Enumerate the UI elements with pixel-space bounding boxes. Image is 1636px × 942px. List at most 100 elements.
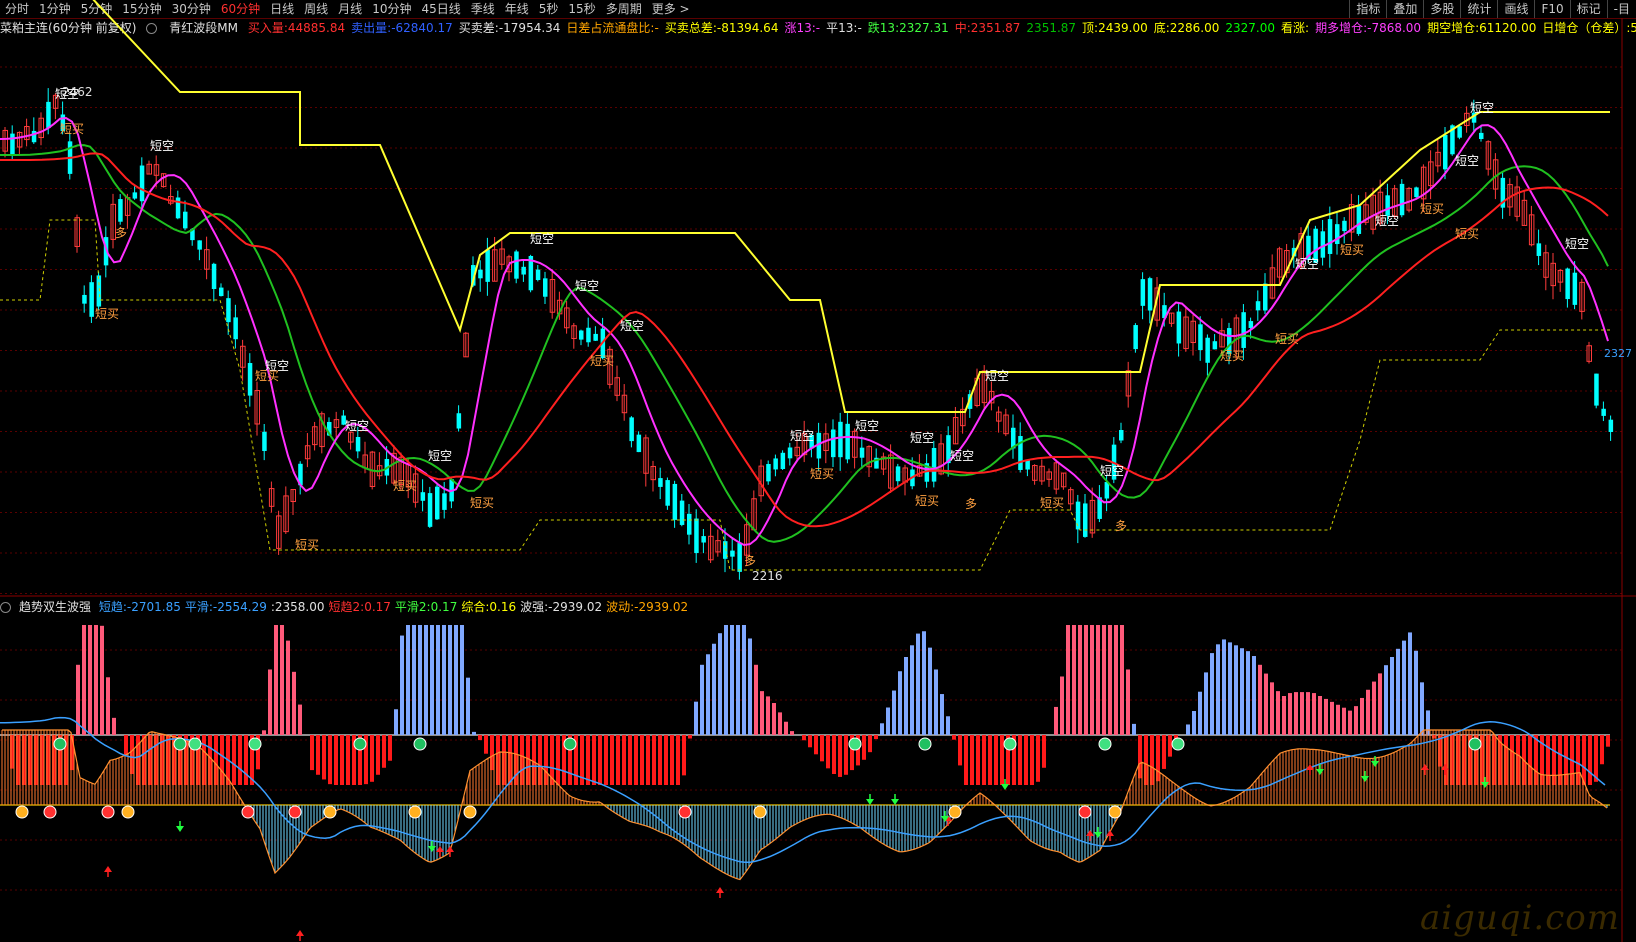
strength-bar-down <box>628 735 632 785</box>
candle-down <box>658 478 663 487</box>
strength-bar-up <box>1120 625 1124 735</box>
short-empty-label: 短空 <box>55 87 79 101</box>
candle-down <box>1083 503 1088 537</box>
strength-bar-up <box>430 625 434 735</box>
bear-marker-icon <box>1468 737 1482 751</box>
candle-down <box>1119 430 1124 441</box>
strength-bar-up <box>1354 706 1358 735</box>
strength-bar-up <box>274 625 278 735</box>
low-price-label: 2216 <box>752 569 783 583</box>
short-buy-label: 短买 <box>1040 496 1064 510</box>
short-empty-label: 短空 <box>950 449 974 463</box>
candle-down <box>1263 283 1268 311</box>
candle-down <box>46 101 51 129</box>
short-empty-label: 短空 <box>985 369 1009 383</box>
strength-bar-up <box>1216 644 1220 735</box>
strength-bar-down <box>634 735 638 785</box>
strength-bar-up <box>748 638 752 735</box>
short-empty-label: 短空 <box>790 429 814 443</box>
indicator-number: -2939.02 <box>548 600 603 614</box>
candle-down <box>629 417 634 442</box>
candle-down <box>139 165 145 202</box>
strength-bar-down <box>1036 735 1040 782</box>
peak-marker-icon <box>463 805 477 819</box>
bear-marker-icon <box>173 737 187 751</box>
strength-bar-up <box>790 731 794 735</box>
strength-bar-up <box>928 647 932 735</box>
strength-bar-down <box>238 735 242 785</box>
strength-bar-down <box>340 735 344 785</box>
peak-marker-icon <box>1108 805 1122 819</box>
strength-bar-up <box>742 625 746 735</box>
short-buy-label: 短买 <box>470 496 494 510</box>
candle-down <box>679 500 685 525</box>
strength-bar-up <box>934 669 938 735</box>
strength-bar-up <box>772 703 776 735</box>
indicator-label: 短趋: <box>98 600 127 614</box>
strength-bar-up <box>1342 707 1346 735</box>
strength-bar-up <box>436 625 440 735</box>
strength-bar-down <box>334 735 338 785</box>
candle-down <box>1399 183 1405 216</box>
candle-down <box>1385 195 1390 216</box>
strength-bar-up <box>766 696 770 735</box>
sub-indicator-name[interactable]: 趋势双生波强 <box>19 600 91 614</box>
peak-marker-icon <box>948 805 962 819</box>
strength-bar-up <box>1360 697 1364 735</box>
strength-bar-up <box>1318 696 1322 735</box>
strength-bar-down <box>370 735 374 782</box>
strength-bar-down <box>982 735 986 785</box>
short-buy-label: 短买 <box>1340 243 1364 257</box>
strength-bar-down <box>844 735 848 775</box>
indicator-value: 波动:-2939.02 <box>606 600 688 614</box>
strength-bar-down <box>232 735 236 785</box>
strength-bar-up <box>1096 625 1100 735</box>
indicator-number: -2939.02 <box>634 600 689 614</box>
strength-bar-up <box>1294 692 1298 735</box>
candle-down <box>586 327 591 343</box>
strength-bar-up <box>1240 648 1244 735</box>
strength-bar-up <box>88 625 92 735</box>
short-buy-label: 短买 <box>1455 227 1479 241</box>
indicator-number: 2358.00 <box>274 600 325 614</box>
bottom-marker-icon <box>241 805 255 819</box>
strength-bar-up <box>898 671 902 735</box>
strength-bar-down <box>382 735 386 768</box>
strength-bar-up <box>460 625 464 735</box>
strength-bar-up <box>724 625 728 735</box>
candle-down <box>211 263 217 289</box>
strength-bar-up <box>760 691 764 735</box>
candle-down <box>773 458 778 470</box>
strength-bar-down <box>616 735 620 785</box>
short-empty-label: 短空 <box>530 232 554 246</box>
indicator-number: 0.17 <box>364 600 391 614</box>
settings-icon[interactable] <box>0 600 15 614</box>
candle-down <box>1255 301 1261 311</box>
short-buy-label: 短买 <box>810 467 834 481</box>
strength-bar-up <box>730 625 734 735</box>
strength-bar-up <box>262 730 266 735</box>
ma-magenta-line <box>0 116 1609 547</box>
strength-bar-up <box>886 707 890 735</box>
strength-bar-down <box>1162 735 1166 769</box>
candle-down <box>1536 243 1542 256</box>
candle-down <box>766 464 771 482</box>
strength-bar-up <box>1270 682 1274 735</box>
strength-bar-down <box>688 735 692 739</box>
bear-marker-icon <box>413 737 427 751</box>
candle-down <box>859 447 865 458</box>
candle-down <box>1205 337 1210 363</box>
candle-down <box>1601 408 1606 416</box>
strength-bar-up <box>922 631 926 735</box>
candle-down <box>1133 325 1138 350</box>
watermark: aiguqi.com <box>1419 898 1620 938</box>
candlestick-chart[interactable]: 246222162327短空短空短空短空短空短空短空短空短空短空短空短空短空短空… <box>0 0 1636 942</box>
candle-down <box>672 483 678 520</box>
strength-bar-down <box>976 735 980 785</box>
strength-bar-down <box>646 735 650 785</box>
strength-bar-down <box>1594 735 1598 782</box>
candle-down <box>1342 220 1347 232</box>
strength-bar-up <box>940 694 944 735</box>
strength-bar-up <box>82 625 86 735</box>
strength-bar-down <box>676 735 680 785</box>
